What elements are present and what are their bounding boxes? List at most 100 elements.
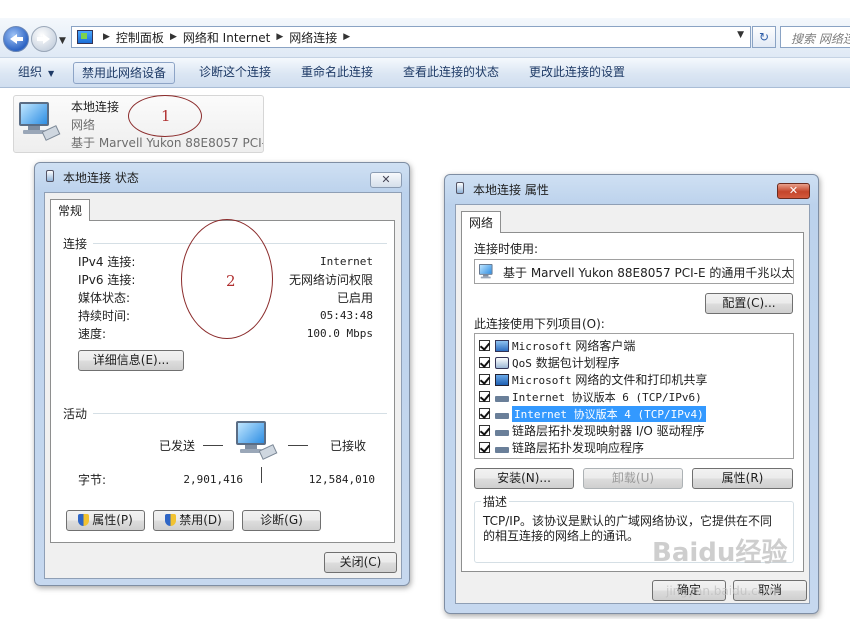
components-list[interactable]: Microsoft 网络客户端 QoS 数据包计划程序 Microsoft 网络… [474,333,794,459]
protocol-icon [495,395,509,402]
bytes-label: 字节: [78,473,107,487]
annotation-label-2: 2 [226,272,236,290]
checkbox[interactable] [479,374,490,385]
items-label: 此连接使用下列项目(O): [474,317,605,331]
rename-connection-button[interactable]: 重命名此连接 [293,62,381,84]
connection-section-label: 连接 [63,237,88,251]
received-line [288,445,308,446]
network-client-icon [495,339,509,352]
breadcrumb-network-connections[interactable]: 网络连接 [289,29,337,46]
watermark-url: jingyan.baidu.com [666,584,777,598]
list-item[interactable]: Microsoft 网络客户端 [479,337,793,354]
baidu-watermark: Baidu经验 [652,532,787,569]
refresh-button[interactable]: ↻ [752,26,776,48]
protocol-icon [495,412,509,419]
chevron-right-icon[interactable]: ▶ [343,32,350,42]
checkbox[interactable] [479,442,490,453]
bytes-sent-value: 2,901,416 [183,473,243,486]
uac-shield-icon [78,514,90,526]
properties-close-button[interactable]: ✕ [777,183,810,199]
item-label: 链路层拓扑发现响应程序 [512,441,645,455]
file-share-icon [495,373,509,386]
list-item[interactable]: Internet 协议版本 6 (TCP/IPv6) [479,388,793,405]
status-properties-button[interactable]: 属性(P) [66,510,145,531]
forward-arrow-icon [38,34,50,44]
connect-using-label: 连接时使用: [474,242,539,256]
speed-value: 100.0 Mbps [306,327,373,340]
install-button[interactable]: 安装(N)... [474,468,574,489]
change-settings-button[interactable]: 更改此连接的设置 [521,62,633,84]
uninstall-button[interactable]: 卸载(U) [583,468,683,489]
close-icon: ✕ [788,184,799,197]
checkbox[interactable] [479,391,490,402]
networking-tab-page: 连接时使用: 基于 Marvell Yukon 88E8057 PCI-E 的通… [461,232,804,572]
received-label: 已接收 [330,439,367,453]
item-label: Internet 协议版本 6 (TCP/IPv6) [512,390,702,404]
back-button[interactable] [3,26,29,52]
speed-label: 速度: [78,327,107,341]
forward-button[interactable] [31,26,57,52]
list-item[interactable]: 链路层拓扑发现响应程序 [479,439,793,456]
search-input[interactable]: 搜索 网络连接 [780,26,850,48]
media-state-label: 媒体状态: [78,291,131,305]
chevron-right-icon[interactable]: ▶ [276,32,283,42]
disable-device-button[interactable]: 禁用此网络设备 [73,62,176,84]
status-disable-button[interactable]: 禁用(D) [153,510,234,531]
checkbox[interactable] [479,425,490,436]
checkbox[interactable] [479,408,490,419]
list-item[interactable]: QoS 数据包计划程序 [479,354,793,371]
checkbox[interactable] [479,340,490,351]
checkbox[interactable] [479,357,490,368]
bytes-divider [261,467,262,483]
adapter-name: 基于 Marvell Yukon 88E8057 PCI-E 的通用千兆以太网控… [503,266,794,280]
chevron-down-icon: ▼ [48,69,55,78]
list-item[interactable]: Microsoft 网络的文件和打印机共享 [479,371,793,388]
uac-shield-icon [165,514,177,526]
diagnose-connection-button[interactable]: 诊断这个连接 [191,62,279,84]
view-status-button[interactable]: 查看此连接的状态 [395,62,507,84]
chevron-right-icon[interactable]: ▶ [170,32,177,42]
control-panel-icon [77,30,93,44]
tab-networking[interactable]: 网络 [461,211,502,233]
connection-name: 本地连接 [71,100,120,114]
protocol-icon [495,446,509,453]
sent-line [203,445,223,446]
tab-general[interactable]: 常规 [50,199,91,221]
sent-label: 已发送 [159,439,196,453]
list-item[interactable]: 链路层拓扑发现映射器 I/O 驱动程序 [479,422,793,439]
status-diagnose-button[interactable]: 诊断(G) [242,510,321,531]
qos-scheduler-icon [495,356,509,369]
connection-properties-icon [456,182,464,194]
item-label: Internet 协议版本 4 (TCP/IPv4) [512,405,706,422]
status-dialog-title: 本地连接 状态 [63,171,139,185]
item-label: Microsoft 网络客户端 [512,337,635,354]
adapter-field: 基于 Marvell Yukon 88E8057 PCI-E 的通用千兆以太网控… [474,259,794,284]
breadcrumb-network-internet[interactable]: 网络和 Internet [183,29,270,46]
annotation-label-1: 1 [161,107,171,125]
item-label-b: 网络的文件和打印机共享 [571,373,708,387]
item-label-a: Microsoft [512,340,572,353]
ipv4-label: IPv4 连接: [78,255,136,269]
activity-section-label: 活动 [63,407,88,421]
refresh-icon: ↻ [758,30,770,44]
bytes-received-value: 12,584,010 [308,473,375,486]
item-label: QoS 数据包计划程序 [512,354,620,371]
address-history-chevron-down-icon[interactable]: ▼ [737,30,744,40]
watermark-suffix: 经验 [735,538,788,568]
item-properties-button[interactable]: 属性(R) [692,468,793,489]
close-icon: ✕ [381,173,391,186]
item-label-b: 网络客户端 [571,339,636,353]
organize-menu-button[interactable]: 组织 ▼ [10,62,62,84]
duration-label: 持续时间: [78,309,131,323]
chevron-right-icon[interactable]: ▶ [103,32,110,42]
command-bar: 组织 ▼ 禁用此网络设备 诊断这个连接 重命名此连接 查看此连接的状态 更改此连接… [0,58,850,88]
recent-pages-chevron-down-icon[interactable]: ▼ [59,36,66,46]
details-button[interactable]: 详细信息(E)... [78,350,184,371]
address-field[interactable]: ▶ 控制面板 ▶ 网络和 Internet ▶ 网络连接 ▶ ▼ [71,26,751,48]
list-item[interactable]: Internet 协议版本 4 (TCP/IPv4) [479,405,793,422]
status-close-dialog-button[interactable]: 关闭(C) [324,552,397,573]
breadcrumb-control-panel[interactable]: 控制面板 [116,29,164,46]
configure-button[interactable]: 配置(C)... [705,293,793,314]
status-close-button[interactable]: ✕ [370,172,402,188]
section-divider [93,413,387,414]
